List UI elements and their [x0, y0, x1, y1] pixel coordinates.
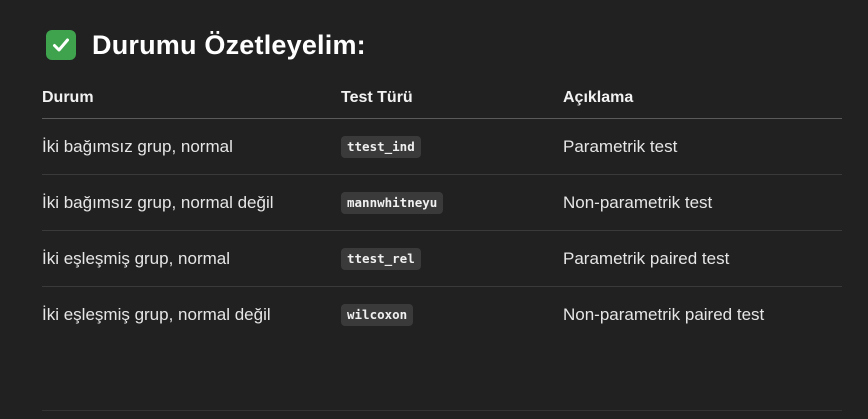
- divider: [42, 410, 842, 411]
- cell-durum: İki eşleşmiş grup, normal değil: [42, 304, 271, 324]
- cell-test: ttest_rel: [341, 230, 563, 287]
- cell-test: ttest_ind: [341, 118, 563, 175]
- cell-aciklama: Non-parametrik paired test: [563, 304, 765, 324]
- inline-code: mannwhitneyu: [341, 191, 444, 214]
- cell-aciklama: Parametrik test: [563, 118, 842, 175]
- inline-code: wilcoxon: [341, 303, 414, 326]
- cell-test: mannwhitneyu: [341, 174, 563, 231]
- table-row: İki eşleşmiş grup, normal ttest_rel Para…: [42, 230, 842, 287]
- cell-durum: İki eşleşmiş grup, normal: [42, 230, 341, 287]
- cell-durum: İki bağımsız grup, normal değil: [42, 174, 341, 231]
- column-header-aciklama: Açıklama: [563, 78, 842, 119]
- cell-aciklama: Non-parametrik test: [563, 174, 842, 231]
- table-header-row: Durum Test Türü Açıklama: [42, 78, 842, 119]
- table-row: İki bağımsız grup, normal değil mannwhit…: [42, 174, 842, 231]
- column-header-durum: Durum: [42, 78, 341, 119]
- cell-aciklama: Parametrik paired test: [563, 230, 842, 287]
- table-row: İki bağımsız grup, normal ttest_ind Para…: [42, 118, 842, 175]
- white-check-mark-icon: [46, 30, 76, 60]
- cell-durum: İki bağımsız grup, normal: [42, 118, 341, 175]
- column-header-test-turu: Test Türü: [341, 78, 563, 119]
- heading-title: Durumu Özetleyelim:: [92, 29, 366, 60]
- cell-test: wilcoxon: [341, 287, 563, 343]
- section-heading: Durumu Özetleyelim:: [46, 28, 366, 62]
- inline-code: ttest_ind: [341, 135, 421, 158]
- table-row: İki eşleşmiş grup, normal değil wilcoxon…: [42, 287, 842, 343]
- summary-table: Durum Test Türü Açıklama İki bağımsız gr…: [42, 78, 842, 342]
- inline-code: ttest_rel: [341, 247, 421, 270]
